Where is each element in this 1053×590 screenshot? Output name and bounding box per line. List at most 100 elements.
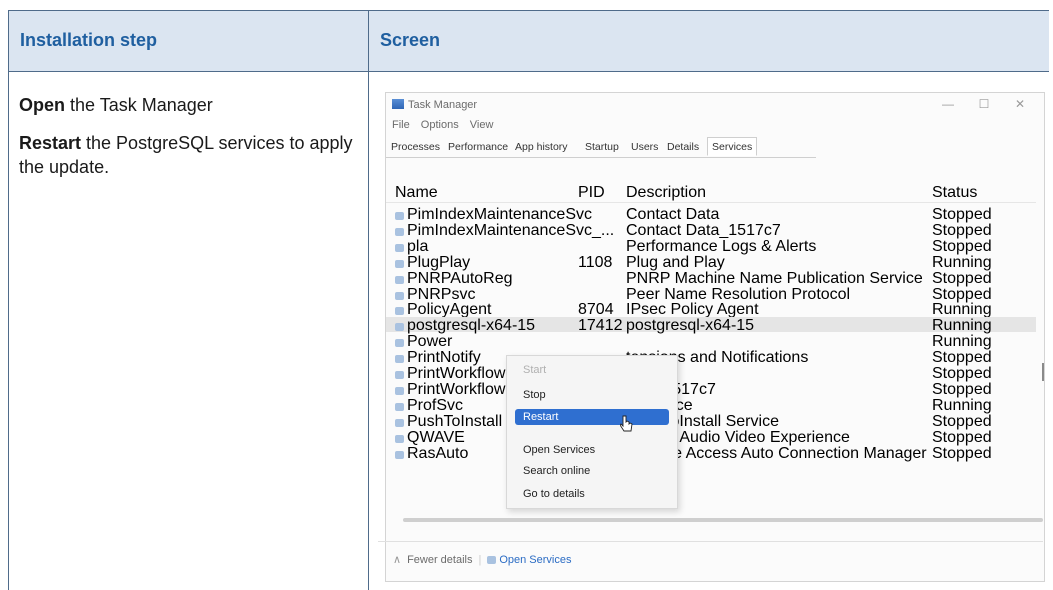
minimize-icon[interactable]: — <box>930 97 966 111</box>
grid-header: Name PID Description Status <box>386 184 1036 203</box>
services-icon <box>487 556 497 564</box>
header-screen: Screen <box>368 10 1049 72</box>
step-restart-bold: Restart <box>19 133 82 153</box>
window-controls: — ☐ ✕ <box>930 97 1038 111</box>
service-name: PrintNotify <box>407 349 481 367</box>
service-icon <box>395 450 404 459</box>
context-go-to-details[interactable]: Go to details <box>515 486 669 502</box>
service-icon <box>395 212 404 220</box>
service-name: pla <box>407 237 429 255</box>
table-row[interactable]: PNRPsvc Peer Name Resolution Protocol Stop… <box>386 285 1036 303</box>
service-icon <box>395 402 404 411</box>
table-row[interactable]: PimIndexMaintenanceSvc Contact Data Stoppe… <box>386 206 1036 223</box>
footer-separator: | <box>478 554 482 566</box>
table-row[interactable]: Power Running <box>386 333 1036 351</box>
tab-performance[interactable]: Performance <box>448 141 508 153</box>
service-name: postgresql-x64-15 <box>407 317 536 335</box>
menu-file[interactable]: File <box>392 119 410 131</box>
task-manager-icon <box>392 99 404 109</box>
context-menu: Start Stop Restart Open Services Search … <box>506 355 678 509</box>
service-icon <box>395 371 404 379</box>
column-pid[interactable]: PID <box>578 184 605 202</box>
menu-options[interactable]: Options <box>421 119 459 131</box>
table-row[interactable]: PolicyAgent 8704 IPsec Policy Agent Running <box>386 301 1036 319</box>
tab-details[interactable]: Details <box>667 141 699 153</box>
column-status[interactable]: Status <box>932 184 977 202</box>
service-name: PimIndexMaintenanceSvc_... <box>407 221 615 239</box>
service-name: QWAVE <box>407 428 465 446</box>
service-icon <box>395 434 404 443</box>
window-title: Task Manager <box>392 99 477 115</box>
footer: ∧ Fewer details | Open Services <box>393 553 572 566</box>
service-icon <box>395 275 404 284</box>
menu-view[interactable]: View <box>470 119 494 131</box>
service-name: PimIndexMaintenanceSvc <box>407 206 592 223</box>
context-open-services[interactable]: Open Services <box>515 442 669 458</box>
step-open-text: the Task Manager <box>65 95 213 115</box>
service-name-cell: RasAuto <box>395 445 468 463</box>
step-open: Open the Task Manager <box>19 93 359 117</box>
service-name: PolicyAgent <box>407 301 492 319</box>
menu-bar: File Options View <box>392 119 501 131</box>
table-row[interactable]: pla Performance Logs & Alerts Stopped <box>386 237 1036 255</box>
chevron-up-icon[interactable]: ∧ <box>393 553 401 566</box>
service-name: PNRPAutoReg <box>407 269 513 287</box>
fewer-details-link[interactable]: Fewer details <box>407 554 472 566</box>
column-name[interactable]: Name <box>395 184 438 202</box>
service-name: PushToInstall <box>407 412 503 430</box>
close-icon[interactable]: ✕ <box>1002 97 1038 111</box>
vertical-scrollbar-thumb[interactable] <box>1042 363 1044 381</box>
step-restart: Restart the PostgreSQL services to apply… <box>19 131 359 179</box>
table-column-divider <box>368 70 369 590</box>
tab-bar: Processes Performance App history Startu… <box>386 137 816 158</box>
context-start[interactable]: Start <box>515 362 669 378</box>
step-instructions: Open the Task Manager Restart the Postgr… <box>19 93 359 193</box>
table-row[interactable]: QWAVE indows Audio Video Experience Stoppe… <box>386 428 1036 446</box>
header-installation-step: Installation step <box>8 10 369 72</box>
table-row[interactable]: PimIndexMaintenanceSvc_... Contact Data_1… <box>386 221 1036 239</box>
tab-processes[interactable]: Processes <box>391 141 440 153</box>
service-name: PlugPlay <box>407 253 471 271</box>
service-icon <box>395 243 404 252</box>
window-title-text: Task Manager <box>408 99 478 111</box>
service-icon <box>395 355 404 364</box>
service-name: Power <box>407 333 453 351</box>
table-row[interactable]: PushToInstall PushToInstall Service Stoppe… <box>386 412 1036 430</box>
header-step-label: Installation step <box>20 30 158 50</box>
tab-app-history[interactable]: App history <box>515 141 568 153</box>
tab-startup[interactable]: Startup <box>585 141 619 153</box>
step-open-bold: Open <box>19 95 66 115</box>
table-row[interactable]: PrintWorkflowUserflow_1517c7Stopped <box>386 381 1036 398</box>
mouse-cursor-icon <box>620 415 633 432</box>
table-row[interactable]: RasAuto Remote Access Auto Connection Man… <box>386 444 1036 463</box>
service-icon <box>395 323 404 332</box>
maximize-icon[interactable]: ☐ <box>966 97 1002 111</box>
table-row[interactable]: PrintWorkflowUserflowStopped <box>386 365 1036 382</box>
service-icon <box>395 259 404 268</box>
open-services-link[interactable]: Open Services <box>499 554 571 566</box>
context-restart[interactable]: Restart <box>515 409 669 425</box>
tab-services[interactable]: Services <box>707 137 758 156</box>
table-row[interactable]: ProfSvce ServiceRunning <box>386 397 1036 414</box>
tab-users[interactable]: Users <box>631 141 658 153</box>
service-status: Stopped <box>932 444 992 462</box>
service-icon <box>395 291 404 300</box>
service-icon <box>395 227 404 236</box>
context-stop[interactable]: Stop <box>515 387 669 403</box>
header-screen-label: Screen <box>380 30 441 50</box>
service-name: PNRPsvc <box>407 285 476 303</box>
service-icon <box>395 386 404 395</box>
table-row[interactable]: PNRPAutoReg PNRP Machine Name Publication… <box>386 269 1036 287</box>
horizontal-scrollbar[interactable] <box>403 518 1043 522</box>
table-left-border <box>8 70 9 590</box>
service-icon <box>395 339 404 348</box>
context-search-online[interactable]: Search online <box>515 463 669 479</box>
service-icon <box>395 418 404 427</box>
table-row[interactable]: PlugPlay 1108 Plug and Play Running <box>386 253 1036 271</box>
service-name: RasAuto <box>407 444 469 462</box>
table-row[interactable]: PrintNotify tensions and Notifications Sto… <box>386 349 1036 367</box>
footer-divider <box>378 541 1043 542</box>
column-description[interactable]: Description <box>626 184 706 202</box>
table-row[interactable]: postgresql-x64-15 17412 postgresql-x64-15 R… <box>386 317 1036 335</box>
service-icon <box>395 307 404 316</box>
